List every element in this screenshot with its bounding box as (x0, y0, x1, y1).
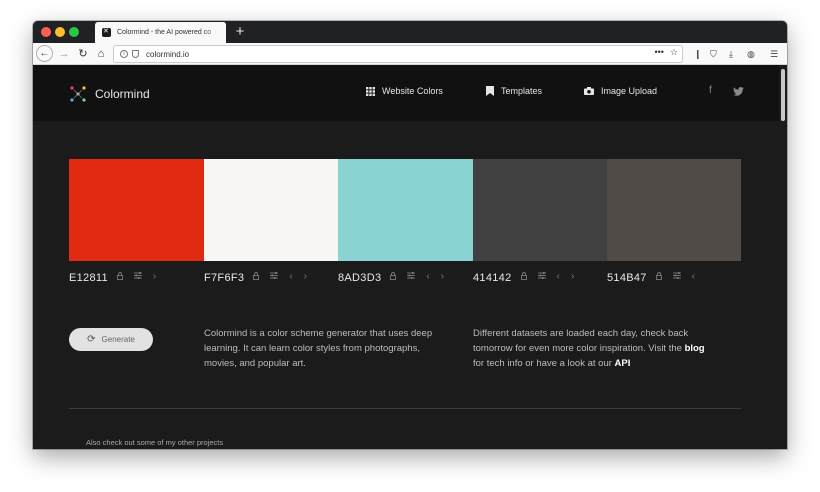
account-icon[interactable]: ◍ (747, 46, 755, 62)
chevron-right-icon[interactable]: › (153, 272, 156, 284)
browser-window: Colormind - the AI powered co + ← → ↻ ⌂ … (33, 21, 787, 449)
chevron-left-icon[interactable]: ‹ (557, 272, 560, 284)
swatch-controls: E12811 › (69, 272, 156, 285)
color-swatch[interactable] (204, 159, 338, 261)
sliders-icon[interactable] (133, 272, 142, 284)
swatch-controls: 414142 ‹ › (473, 272, 574, 285)
navigation-toolbar: ← → ↻ ⌂ i colormind.io ••• ☆ ❙ ⛉ ⤓ ◍ ☰ (33, 43, 787, 65)
tab-bar: Colormind - the AI powered co + (33, 21, 787, 43)
description-datasets: Different datasets are loaded each day, … (473, 328, 705, 369)
nav-templates[interactable]: Templates (486, 86, 542, 96)
address-bar[interactable]: i colormind.io ••• ☆ (113, 45, 683, 63)
api-link[interactable]: API (615, 358, 631, 369)
other-projects-heading: Also check out some of my other projects (86, 438, 224, 447)
tab-title: Colormind - the AI powered co (117, 29, 212, 36)
tracking-shield-icon[interactable] (132, 50, 139, 58)
new-tab-button[interactable]: + (232, 23, 248, 41)
swatch-controls: 8AD3D3 ‹ › (338, 272, 444, 285)
twitter-icon[interactable] (733, 87, 744, 96)
sliders-icon[interactable] (672, 272, 681, 284)
reload-button[interactable]: ↻ (75, 46, 91, 62)
hex-code[interactable]: 8AD3D3 (338, 272, 381, 284)
color-swatch[interactable] (69, 159, 204, 261)
close-window-button[interactable] (41, 27, 51, 37)
url-text[interactable]: colormind.io (146, 50, 189, 59)
generate-button[interactable]: ⟳ Generate (69, 328, 153, 351)
hamburger-menu-icon[interactable]: ☰ (770, 46, 778, 62)
refresh-icon: ⟳ (87, 334, 96, 345)
color-swatch[interactable] (473, 159, 607, 261)
hex-code[interactable]: E12811 (69, 272, 108, 284)
colormind-logo-icon[interactable] (69, 85, 87, 103)
nav-website-colors[interactable]: Website Colors (366, 86, 443, 96)
nav-website-colors-label: Website Colors (382, 86, 443, 96)
section-divider (69, 408, 741, 409)
chevron-right-icon[interactable]: › (571, 272, 574, 284)
chevron-right-icon[interactable]: › (304, 272, 307, 284)
home-button[interactable]: ⌂ (93, 46, 109, 62)
reader-icon[interactable]: ❙ (694, 46, 702, 62)
page-content: Colormind Website Colors Templates Image… (33, 65, 787, 449)
color-swatch[interactable] (607, 159, 741, 261)
hex-code[interactable]: F7F6F3 (204, 272, 244, 284)
color-swatch[interactable] (338, 159, 473, 261)
lock-icon[interactable] (390, 272, 397, 284)
chevron-left-icon[interactable]: ‹ (289, 272, 292, 284)
hex-code[interactable]: 414142 (473, 272, 512, 284)
blog-link[interactable]: blog (685, 343, 705, 354)
scrollbar-thumb[interactable] (781, 69, 785, 121)
chevron-left-icon[interactable]: ‹ (426, 272, 429, 284)
forward-button[interactable]: → (56, 46, 72, 62)
page-actions-button[interactable]: ••• (654, 47, 663, 58)
bookmark-star-icon[interactable]: ☆ (670, 47, 678, 58)
sliders-icon[interactable] (537, 272, 546, 284)
lock-icon[interactable] (253, 272, 260, 284)
bookmark-icon (486, 86, 494, 96)
nav-image-upload[interactable]: Image Upload (584, 86, 657, 96)
facebook-icon[interactable]: f (709, 85, 712, 96)
scrollbar[interactable] (779, 65, 787, 449)
minimize-window-button[interactable] (55, 27, 65, 37)
chevron-right-icon[interactable]: › (441, 272, 444, 284)
hex-code[interactable]: 514B47 (607, 272, 647, 284)
nav-image-upload-label: Image Upload (601, 86, 658, 96)
grid-icon (366, 86, 375, 96)
nav-templates-label: Templates (501, 86, 543, 96)
privacy-badger-icon[interactable]: ⛉ (710, 46, 717, 62)
info-icon[interactable]: i (120, 50, 128, 58)
colormind-favicon-icon (102, 27, 111, 37)
tab-colormind[interactable]: Colormind - the AI powered co (95, 22, 226, 43)
lock-icon[interactable] (655, 272, 662, 284)
back-button[interactable]: ← (36, 45, 53, 62)
description-intro: Colormind is a color scheme generator th… (204, 328, 433, 369)
maximize-window-button[interactable] (69, 27, 79, 37)
generate-label: Generate (101, 335, 135, 344)
downloads-icon[interactable]: ⤓ (729, 46, 733, 62)
lock-icon[interactable] (520, 272, 527, 284)
site-header: Colormind Website Colors Templates Image… (33, 65, 787, 121)
chevron-left-icon[interactable]: ‹ (692, 272, 695, 284)
sliders-icon[interactable] (407, 272, 416, 284)
camera-icon (584, 87, 594, 95)
lock-icon[interactable] (116, 272, 123, 284)
sliders-icon[interactable] (270, 272, 279, 284)
swatch-controls: 514B47 ‹ (607, 272, 695, 285)
swatch-controls: F7F6F3 ‹ › (204, 272, 307, 285)
logo-text[interactable]: Colormind (95, 87, 150, 101)
